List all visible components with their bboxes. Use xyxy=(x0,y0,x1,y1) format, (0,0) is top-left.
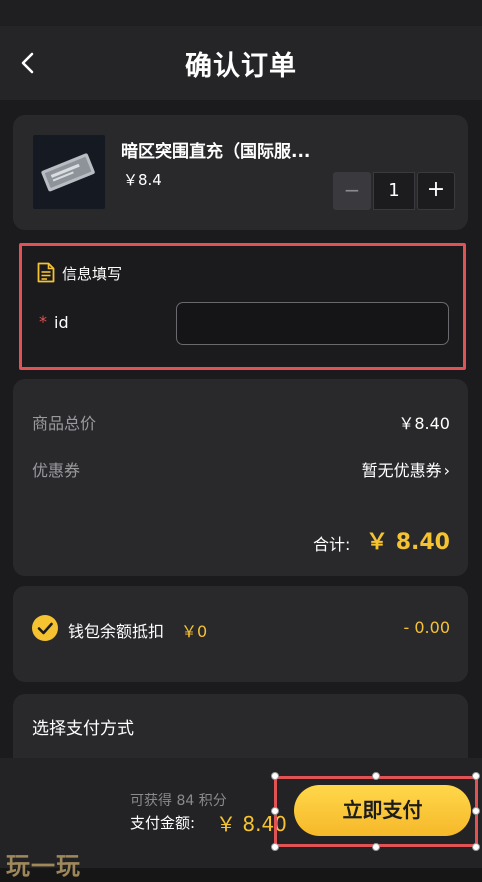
coupon-value: 暂无优惠券 xyxy=(361,461,442,480)
coupon-selector[interactable]: 暂无优惠券 › xyxy=(362,457,450,481)
selection-handle xyxy=(271,807,279,815)
points-text: 可获得 84 积分 xyxy=(130,793,227,809)
info-title: 信息填写 xyxy=(62,265,123,283)
goods-total-value: ￥8.40 xyxy=(398,414,450,433)
total-value: ￥ 8.40 xyxy=(366,530,450,555)
quantity-stepper: − 1 + xyxy=(333,172,455,210)
nav-bar: 确认订单 xyxy=(0,26,482,100)
chevron-right-icon: › xyxy=(443,461,450,480)
increase-button[interactable]: + xyxy=(417,172,455,210)
selection-handle xyxy=(472,807,480,815)
selection-handle xyxy=(472,843,480,851)
selection-highlight xyxy=(274,776,478,847)
price-summary-card: 商品总价 ￥8.40 优惠券 暂无优惠券 › 合计: ￥ 8.40 xyxy=(13,379,468,576)
quantity-value[interactable]: 1 xyxy=(373,172,415,210)
goods-total-label: 商品总价 xyxy=(32,414,97,433)
info-section: 信息填写 * id xyxy=(19,243,466,370)
coupon-label: 优惠券 xyxy=(32,461,81,480)
selection-handle xyxy=(271,772,279,780)
product-price: ￥8.4 xyxy=(123,171,162,189)
id-label: id xyxy=(54,313,69,332)
order-confirm-page: 确认订单 暗区突围直充（国际服... ￥8.4 − 1 + 信息填写 * id … xyxy=(0,0,482,882)
status-strip xyxy=(0,0,482,26)
selection-handle xyxy=(472,772,480,780)
wallet-checkbox[interactable] xyxy=(32,615,58,641)
wallet-label: 钱包余额抵扣 xyxy=(68,622,165,641)
id-input[interactable] xyxy=(176,302,449,345)
pay-amount-label: 支付金额: xyxy=(130,814,196,832)
document-icon xyxy=(37,262,55,283)
selection-handle xyxy=(372,843,380,851)
selection-handle xyxy=(271,843,279,851)
product-name: 暗区突围直充（国际服... xyxy=(121,142,311,162)
selection-handle xyxy=(372,772,380,780)
check-icon xyxy=(37,622,53,635)
product-image xyxy=(33,135,105,209)
decrease-button[interactable]: − xyxy=(333,172,371,210)
required-mark: * xyxy=(39,312,47,331)
page-title: 确认订单 xyxy=(185,51,297,82)
product-card: 暗区突围直充（国际服... ￥8.4 − 1 + xyxy=(13,115,468,230)
total-label: 合计: xyxy=(313,535,351,554)
ticket-icon xyxy=(33,135,105,209)
wallet-balance: ￥0 xyxy=(181,622,208,641)
wallet-card: 钱包余额抵扣 ￥0 - 0.00 xyxy=(13,586,468,682)
watermark: 玩一玩 xyxy=(6,852,81,880)
wallet-deduction: - 0.00 xyxy=(403,618,450,637)
payment-method-title: 选择支付方式 xyxy=(32,719,134,739)
